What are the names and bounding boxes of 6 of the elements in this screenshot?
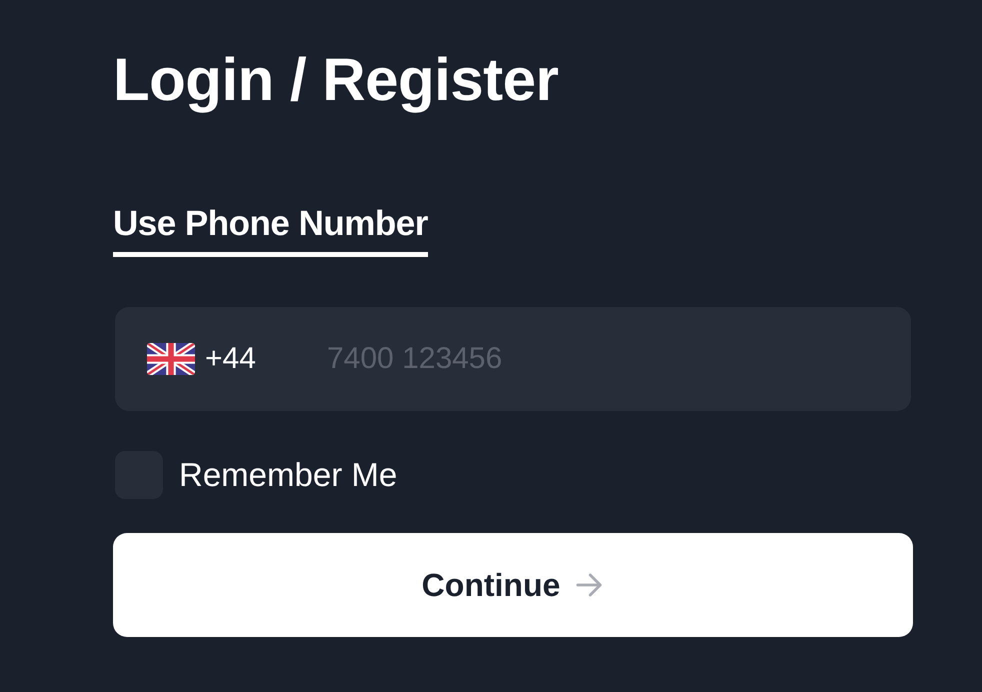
remember-me-label: Remember Me: [179, 456, 398, 494]
page-title: Login / Register: [113, 45, 560, 115]
flag-icon: [147, 343, 195, 375]
tab[interactable]: Use Phone Number: [113, 204, 428, 257]
continue-button[interactable]: Continue: [113, 533, 913, 637]
country-code: +44: [205, 342, 257, 376]
